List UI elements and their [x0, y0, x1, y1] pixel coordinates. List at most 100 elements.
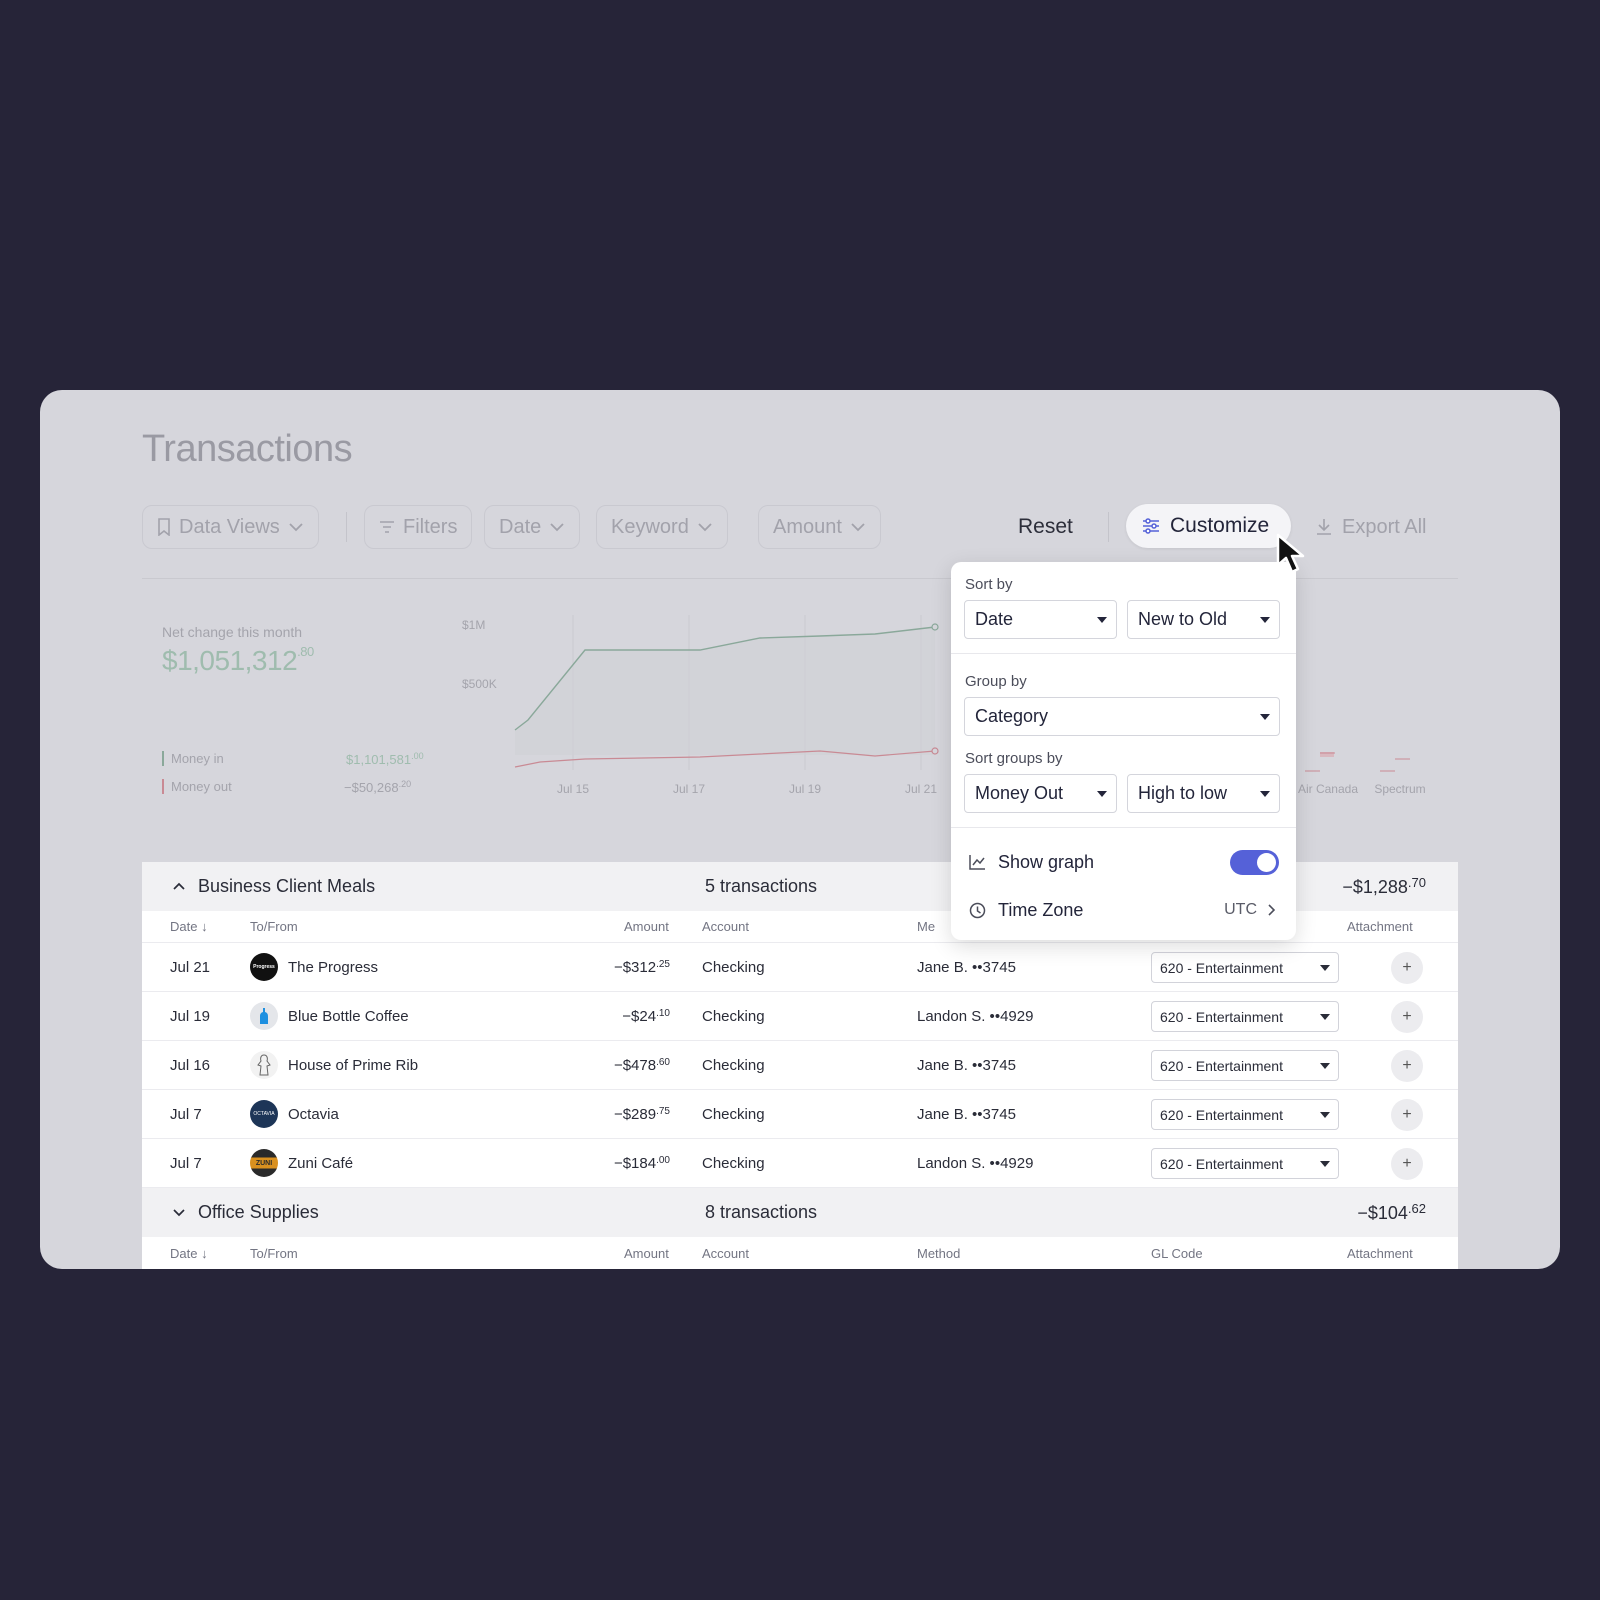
add-attachment-button[interactable]: + [1391, 1099, 1423, 1131]
chevron-up-icon[interactable] [172, 877, 186, 895]
plus-icon: + [1402, 1155, 1412, 1172]
merchant-avatar: Progress [250, 953, 278, 981]
group-name: Office Supplies [198, 1202, 319, 1222]
row-method: Jane B. ••3745 [917, 1056, 1016, 1074]
bar-category-label: Air Canada [1298, 782, 1358, 796]
column-gl-code[interactable]: GL Code [1151, 1246, 1203, 1261]
money-out-endpoint [931, 747, 939, 755]
column-method[interactable]: Method [917, 1246, 960, 1261]
merchant-avatar: OCTAVIA [250, 1100, 278, 1128]
add-attachment-button[interactable]: + [1391, 1001, 1423, 1033]
popover-divider [951, 827, 1296, 828]
chevron-down-icon[interactable] [172, 1203, 186, 1221]
sort-groups-field-select[interactable]: Money Out [964, 774, 1117, 813]
row-merchant: The Progress [288, 958, 379, 976]
row-account: Checking [702, 1056, 765, 1074]
line-chart-icon [969, 855, 985, 870]
y-tick-label: $500K [462, 677, 497, 691]
plus-icon: + [1402, 959, 1412, 976]
row-merchant: House of Prime Rib [288, 1056, 419, 1074]
sort-groups-order-select[interactable]: High to low [1127, 774, 1280, 813]
transactions-card: Transactions Data Views Filters Date Key… [40, 390, 1560, 1269]
column-attachment[interactable]: Attachment [1347, 1246, 1413, 1261]
customize-popover: Sort by Date New to Old Group by Categor… [951, 562, 1296, 940]
row-account: Checking [702, 1007, 765, 1025]
gl-code-select[interactable]: 620 - Entertainment [1151, 1099, 1339, 1130]
gl-code-select[interactable]: 620 - Entertainment [1151, 1050, 1339, 1081]
row-amount: −$289.75 [613, 1105, 670, 1123]
row-date: Jul 16 [170, 1056, 211, 1074]
column-account[interactable]: Account [702, 919, 749, 934]
column-attachment[interactable]: Attachment [1347, 919, 1413, 934]
time-zone-label: Time Zone [998, 899, 1084, 920]
table-row[interactable]: Jul 19 Blue Bottle Coffee −$24.10 Checki… [142, 992, 1458, 1041]
table-row[interactable]: Jul 7 OCTAVIA Octavia −$289.75 Checking … [142, 1090, 1458, 1139]
arrow-down-icon: ↓ [201, 1245, 208, 1261]
plus-icon: + [1402, 1106, 1412, 1123]
plus-icon: + [1402, 1057, 1412, 1074]
mouse-cursor-icon [1276, 533, 1305, 574]
clock-icon [969, 902, 986, 918]
x-tick-label: Jul 17 [673, 782, 705, 796]
group-count: 5 transactions [705, 876, 818, 896]
column-to-from[interactable]: To/From [250, 919, 298, 934]
row-merchant: Zuni Café [288, 1154, 354, 1172]
column-to-from[interactable]: To/From [250, 1246, 298, 1261]
sort-by-order-select[interactable]: New to Old [1127, 600, 1280, 639]
popover-divider [951, 653, 1296, 654]
group-header-office-supplies[interactable]: Office Supplies 8 transactions −$104.62 [142, 1188, 1458, 1237]
x-tick-label: Jul 21 [905, 782, 937, 796]
add-attachment-button[interactable]: + [1391, 1148, 1423, 1180]
column-method[interactable]: Me [917, 919, 935, 934]
row-account: Checking [702, 1105, 765, 1123]
gl-code-select[interactable]: 620 - Entertainment [1151, 1001, 1339, 1032]
row-date: Jul 7 [170, 1105, 202, 1123]
add-attachment-button[interactable]: + [1391, 952, 1423, 984]
sort-by-field-select[interactable]: Date [964, 600, 1117, 639]
column-date[interactable]: Date ↓ [170, 1246, 208, 1261]
merchant-avatar: ZUNI [250, 1149, 278, 1177]
row-merchant: Octavia [288, 1105, 339, 1123]
table-row[interactable]: Jul 16 House of Prime Rib −$478.60 Check… [142, 1041, 1458, 1090]
column-amount[interactable]: Amount [624, 1246, 669, 1261]
sort-by-label: Sort by [965, 576, 1013, 593]
time-zone-row[interactable]: Time Zone UTC [969, 895, 1279, 925]
arrow-down-icon: ↓ [201, 919, 208, 934]
column-amount[interactable]: Amount [624, 919, 669, 934]
add-attachment-button[interactable]: + [1391, 1050, 1423, 1082]
row-date: Jul 7 [170, 1154, 202, 1172]
row-amount: −$478.60 [613, 1056, 670, 1074]
row-method: Landon S. ••4929 [917, 1154, 1034, 1172]
x-tick-label: Jul 15 [557, 782, 589, 796]
bar-category-label: Spectrum [1374, 782, 1425, 796]
column-account[interactable]: Account [702, 1246, 749, 1261]
y-tick-label: $1M [462, 618, 485, 632]
row-method: Jane B. ••3745 [917, 1105, 1016, 1123]
row-account: Checking [702, 958, 765, 976]
table-row[interactable]: Jul 21 Progress The Progress −$312.25 Ch… [142, 943, 1458, 992]
group-count: 8 transactions [705, 1202, 818, 1222]
row-amount: −$184.00 [613, 1154, 670, 1172]
row-method: Jane B. ••3745 [917, 958, 1016, 976]
group-name: Business Client Meals [198, 876, 376, 896]
gl-code-select[interactable]: 620 - Entertainment [1151, 952, 1339, 983]
table-row[interactable]: Jul 7 ZUNI Zuni Café −$184.00 Checking L… [142, 1139, 1458, 1188]
group-by-select[interactable]: Category [964, 697, 1280, 736]
money-in-area [515, 627, 935, 755]
net-change-chart: $1M $500K Jul 15 Jul 17 Jul 19 Jul 21 Ai… [462, 615, 1426, 796]
row-merchant: Blue Bottle Coffee [288, 1007, 409, 1025]
column-date[interactable]: Date ↓ [170, 919, 208, 934]
show-graph-row[interactable]: Show graph [969, 847, 1279, 877]
row-date: Jul 19 [170, 1007, 211, 1025]
row-method: Landon S. ••4929 [917, 1007, 1034, 1025]
row-amount: −$312.25 [613, 958, 670, 976]
show-graph-toggle[interactable] [1230, 850, 1279, 875]
merchant-avatar [250, 1051, 278, 1079]
gl-code-select[interactable]: 620 - Entertainment [1151, 1148, 1339, 1179]
row-account: Checking [702, 1154, 765, 1172]
time-zone-value: UTC [1224, 901, 1257, 918]
plus-icon: + [1402, 1008, 1412, 1025]
column-header-row: Date ↓ To/From Amount Account Method GL … [142, 1237, 1458, 1269]
blue-bottle-icon [260, 1008, 268, 1024]
merchant-avatar [250, 1002, 278, 1030]
